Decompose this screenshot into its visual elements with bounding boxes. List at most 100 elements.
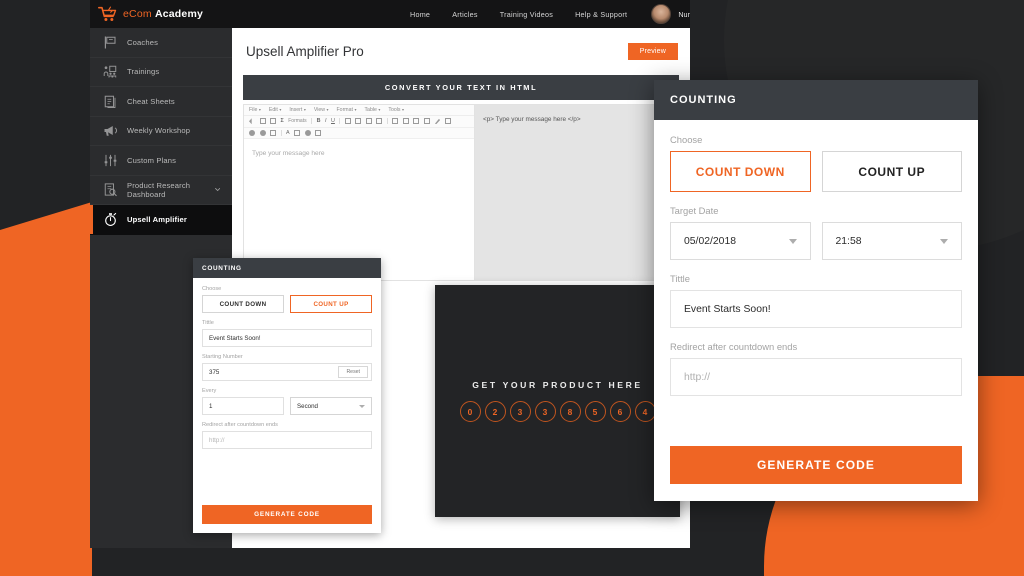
countdown-digit-list: 0 2 3 3 8 5 6 4: [459, 401, 656, 422]
nav-item-help-support[interactable]: Help & Support: [575, 10, 627, 19]
convert-html-banner: CONVERT YOUR TEXT IN HTML: [243, 75, 679, 100]
sidebar-item-product-research-dashboard[interactable]: Product Research Dashboard: [90, 176, 232, 205]
starting-number-field-small: 375 Reset: [202, 363, 372, 381]
print-icon[interactable]: [249, 129, 255, 136]
countdown-digit: 5: [584, 401, 606, 422]
indent-icon[interactable]: [423, 118, 430, 125]
every-row-small: 1 Second: [202, 397, 372, 415]
sidebar-item-upsell-amplifier[interactable]: Upsell Amplifier: [90, 205, 232, 235]
sidebar-item-cheat-sheets[interactable]: Cheat Sheets: [90, 87, 232, 117]
editor-menu-format[interactable]: Format ▾: [337, 107, 357, 113]
source-code-icon[interactable]: [270, 118, 276, 125]
nav-item-training-videos[interactable]: Training Videos: [500, 10, 553, 19]
editor-input-pane: File ▾ Edit ▾ Insert ▾ View ▾ Format ▾ Table ▾…: [244, 105, 475, 280]
bullet-list-icon[interactable]: [392, 118, 399, 125]
editor-toolbar-row-2: A: [244, 127, 474, 139]
editor-menubar: File ▾ Edit ▾ Insert ▾ View ▾ Format ▾ Table ▾…: [244, 105, 474, 116]
reset-button-small[interactable]: Reset: [338, 366, 368, 378]
target-date-value: 05/02/2018: [684, 235, 737, 247]
sidebar-item-label: Coaches: [127, 37, 159, 47]
sidebar-item-trainings[interactable]: Trainings: [90, 58, 232, 87]
every-label-small: Every: [202, 388, 217, 394]
count-down-button-small[interactable]: COUNT DOWN: [202, 295, 284, 313]
toolbar-separator: [386, 118, 388, 125]
sidebar-item-weekly-workshop[interactable]: Weekly Workshop: [90, 117, 232, 146]
user-account-block: Numan Logout: [651, 4, 690, 24]
redo-icon[interactable]: [259, 118, 266, 125]
user-name: Numan: [678, 9, 690, 19]
stopwatch-icon: [105, 212, 117, 226]
undo-icon[interactable]: [249, 118, 252, 125]
nav-item-home[interactable]: Home: [410, 10, 430, 19]
align-center-icon[interactable]: [355, 118, 362, 125]
editor-menu-insert[interactable]: Insert ▾: [289, 107, 306, 113]
counting-large-title: COUNTING: [670, 94, 737, 106]
formats-dropdown[interactable]: Formats: [288, 118, 306, 124]
count-up-button-large[interactable]: COUNT UP: [821, 151, 962, 192]
every-value-input-small[interactable]: 1: [202, 397, 284, 415]
count-down-button-large[interactable]: COUNT DOWN: [670, 151, 811, 192]
choose-label-large: Choose: [670, 134, 703, 145]
fullscreen-icon[interactable]: [270, 129, 276, 136]
editor-menu-edit[interactable]: Edit ▾: [269, 107, 281, 113]
outdent-icon[interactable]: [413, 118, 420, 125]
preview-eye-icon[interactable]: [259, 129, 266, 136]
html-output-text: <p> Type your message here </p>: [483, 116, 581, 123]
every-unit-value-small: Second: [297, 402, 318, 410]
link-icon[interactable]: [435, 118, 441, 125]
chevron-down-icon[interactable]: [214, 187, 220, 192]
countdown-preview-panel: GET YOUR PRODUCT HERE 0 2 3 3 8 5 6 4: [435, 285, 680, 517]
generate-code-button-large[interactable]: GENERATE CODE: [670, 446, 962, 484]
editor-menu-file[interactable]: File ▾: [249, 107, 261, 113]
preview-button[interactable]: Preview: [627, 43, 678, 60]
brand-name-light: eCom: [123, 8, 152, 20]
count-up-button-small[interactable]: COUNT UP: [290, 295, 372, 313]
numbered-list-icon[interactable]: [402, 118, 409, 125]
counting-large-body: Choose COUNT DOWN COUNT UP Target Date 0…: [654, 120, 978, 396]
editor-menu-view[interactable]: View ▾: [314, 107, 329, 113]
bold-icon[interactable]: B: [317, 118, 321, 124]
countdown-digit: 6: [609, 401, 631, 422]
text-color-icon[interactable]: A: [286, 130, 290, 136]
editor-menu-tools[interactable]: Tools ▾: [388, 107, 404, 113]
redirect-input-large[interactable]: http://: [670, 358, 962, 396]
align-left-icon[interactable]: [344, 118, 351, 125]
counting-panel-small: COUNTING Choose COUNT DOWN COUNT UP Titt…: [193, 258, 381, 533]
align-right-icon[interactable]: [365, 118, 372, 125]
generate-code-button-small[interactable]: GENERATE CODE: [202, 505, 372, 524]
chevron-down-icon: [940, 238, 948, 244]
every-unit-select-small[interactable]: Second: [290, 397, 372, 415]
editor-placeholder: Type your message here: [252, 150, 325, 157]
title-input-small[interactable]: Event Starts Soon!: [202, 329, 372, 347]
sidebar-item-coaches[interactable]: Coaches: [90, 28, 232, 58]
toolbar-separator: [280, 129, 282, 136]
underline-icon[interactable]: U: [331, 118, 335, 124]
editor-menu-table[interactable]: Table ▾: [364, 107, 380, 113]
sidebar-item-custom-plans[interactable]: Custom Plans: [90, 146, 232, 176]
background-orange-left-decor: [0, 202, 92, 576]
nav-item-articles[interactable]: Articles: [452, 10, 478, 19]
redirect-input-small[interactable]: http://: [202, 431, 372, 449]
avatar[interactable]: [651, 4, 672, 24]
image-icon[interactable]: [444, 118, 451, 125]
align-justify-icon[interactable]: [376, 118, 383, 125]
emoji-icon[interactable]: [304, 129, 311, 136]
countdown-digit: 3: [509, 401, 531, 422]
starting-number-label-small: Starting Number: [202, 354, 243, 360]
italic-icon[interactable]: I: [325, 118, 327, 124]
clear-formatting-icon[interactable]: Σ: [281, 118, 284, 124]
editor-html-output-pane: <p> Type your message here </p>: [475, 105, 678, 280]
sidebar-item-label: Product Research Dashboard: [127, 180, 191, 199]
choose-label-small: Choose: [202, 286, 222, 292]
brand-logo[interactable]: eCom Academy: [90, 6, 322, 22]
background-color-icon[interactable]: [294, 129, 301, 136]
counting-large-header: COUNTING: [654, 80, 978, 120]
target-date-select[interactable]: 05/02/2018: [670, 222, 811, 260]
sliders-icon: [104, 154, 117, 166]
counting-small-title: COUNTING: [202, 264, 242, 272]
sidebar-item-label: Upsell Amplifier: [127, 214, 187, 224]
table-icon[interactable]: [315, 129, 322, 136]
title-input-large[interactable]: Event Starts Soon!: [670, 290, 962, 328]
count-mode-group-large: COUNT DOWN COUNT UP: [670, 151, 962, 192]
target-time-select[interactable]: 21:58: [821, 222, 962, 260]
